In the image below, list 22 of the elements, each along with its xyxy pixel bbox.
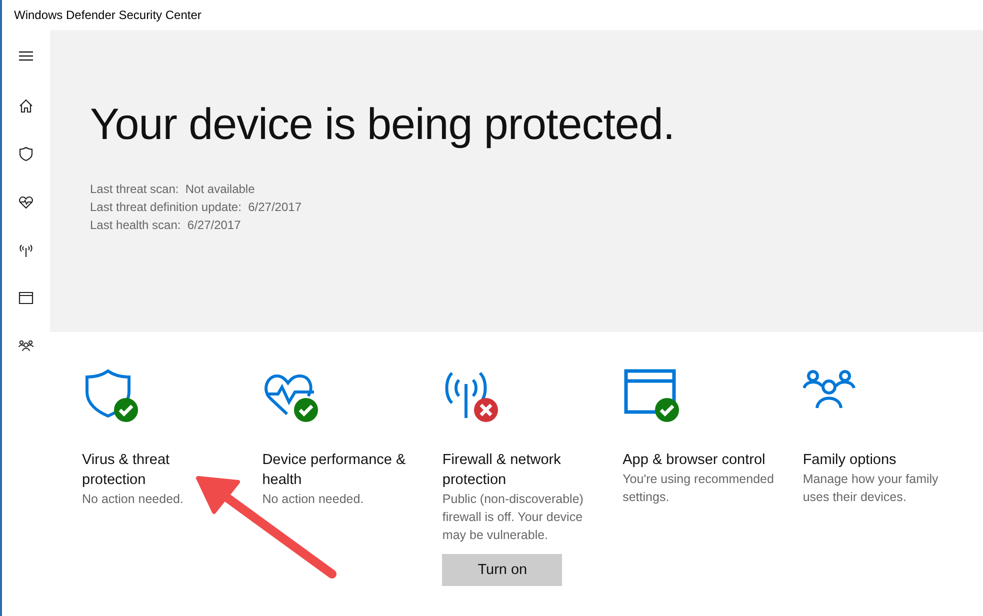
tile-description: Manage how your family uses their devices. (802, 471, 940, 506)
scan-info: Last health scan: 6/27/2017 (90, 217, 242, 234)
tile-title[interactable]: Family options (802, 450, 951, 470)
people-icon[interactable] (18, 338, 34, 354)
tile-description: Public (non-discoverable) firewall is off. Your device may be vulnerable. (442, 491, 584, 544)
antenna-icon[interactable] (18, 242, 34, 258)
tile-title[interactable]: Firewall & network protection (442, 450, 590, 490)
turn-on-button[interactable]: Turn on (442, 554, 562, 586)
heart-pulse-icon[interactable] (18, 194, 34, 210)
tile-description: No action needed. (262, 491, 365, 508)
tile-title[interactable]: Device performance & health (262, 450, 410, 490)
tile-description: No action needed. (82, 491, 184, 508)
scan-info: Last threat definition update: 6/27/2017 (90, 199, 302, 216)
scan-info: Last threat scan: Not available (90, 181, 256, 198)
tile-title[interactable]: App & browser control (622, 450, 771, 470)
tile-description: You're using recommended settings. (622, 471, 775, 506)
shield-icon[interactable] (18, 146, 34, 162)
window-icon[interactable] (18, 290, 34, 306)
tile-title[interactable]: Virus & threat protection (82, 450, 230, 490)
headline: Your device is being protected. (90, 100, 676, 150)
home-icon[interactable] (18, 98, 34, 114)
window-title: Windows Defender Security Center (14, 8, 202, 22)
